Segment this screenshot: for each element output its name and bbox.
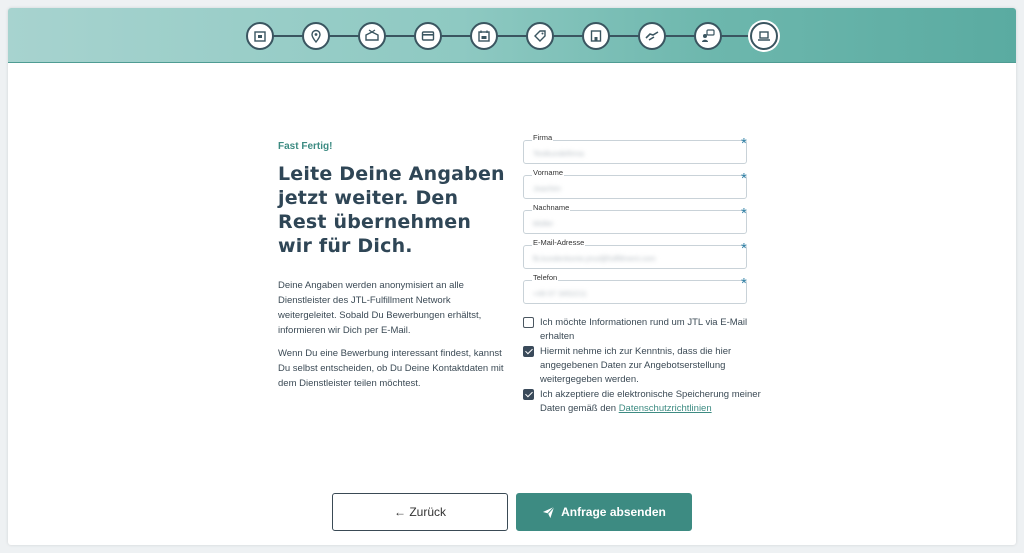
required-marker: * bbox=[741, 205, 747, 222]
tag-icon bbox=[534, 30, 546, 42]
step-payment[interactable] bbox=[414, 22, 442, 50]
progress-stepper bbox=[8, 8, 1016, 63]
eyebrow-text: Fast Fertig! bbox=[278, 141, 333, 152]
first-name-field[interactable]: Vorname Joachim bbox=[523, 168, 747, 199]
back-button[interactable]: ← Zurück bbox=[332, 493, 508, 531]
step-person-chat[interactable] bbox=[694, 22, 722, 50]
laptop-icon bbox=[758, 31, 770, 41]
company-value: Testkundefirma bbox=[533, 149, 584, 158]
required-marker: * bbox=[741, 275, 747, 292]
step-package[interactable] bbox=[358, 22, 386, 50]
intro-paragraph-2: Wenn Du eine Bewerbung interessant finde… bbox=[278, 348, 504, 389]
email-value: fb.kundenkonto.jmul@fulfillment.com bbox=[533, 254, 656, 263]
data-transfer-checkbox-label: Hiermit nehme ich zur Kenntnis, dass die… bbox=[540, 346, 732, 385]
privacy-checkbox[interactable] bbox=[523, 389, 534, 400]
handshake-icon bbox=[645, 31, 659, 41]
person-chat-icon bbox=[702, 29, 715, 42]
stepper-line bbox=[262, 35, 762, 37]
step-location[interactable] bbox=[302, 22, 330, 50]
step-calendar[interactable] bbox=[470, 22, 498, 50]
required-marker: * bbox=[741, 240, 747, 257]
last-name-field[interactable]: Nachname Müller bbox=[523, 203, 747, 234]
step-handshake[interactable] bbox=[638, 22, 666, 50]
first-name-label: Vorname bbox=[532, 168, 565, 177]
step-building[interactable] bbox=[582, 22, 610, 50]
step-storage-box[interactable] bbox=[246, 22, 274, 50]
first-name-value: Joachim bbox=[533, 184, 561, 193]
submit-request-button[interactable]: Anfrage absenden bbox=[516, 493, 692, 531]
back-button-label: ← Zurück bbox=[393, 505, 446, 519]
intro-paragraph-1: Deine Angaben werden anonymisiert an all… bbox=[278, 280, 482, 336]
company-label: Firma bbox=[532, 133, 554, 142]
phone-field[interactable]: Telefon +49 07 3452211 bbox=[523, 273, 747, 304]
form-card: Fast Fertig! Leite Deine Angaben jetzt w… bbox=[8, 8, 1016, 545]
email-field[interactable]: E-Mail-Adresse fb.kundenkonto.jmul@fulfi… bbox=[523, 238, 747, 269]
building-icon bbox=[590, 30, 602, 42]
phone-value: +49 07 3452211 bbox=[533, 289, 587, 298]
location-pin-icon bbox=[311, 29, 321, 43]
phone-label: Telefon bbox=[532, 273, 559, 282]
data-transfer-checkbox[interactable] bbox=[523, 346, 534, 357]
step-tag[interactable] bbox=[526, 22, 554, 50]
company-field[interactable]: Firma Testkundefirma bbox=[523, 133, 747, 164]
step-laptop[interactable] bbox=[750, 22, 778, 50]
required-marker: * bbox=[741, 170, 747, 187]
last-name-value: Müller bbox=[533, 219, 554, 228]
required-marker: * bbox=[741, 135, 747, 152]
package-icon bbox=[365, 29, 379, 41]
payment-card-icon bbox=[421, 31, 435, 41]
storage-box-icon bbox=[254, 31, 266, 42]
last-name-label: Nachname bbox=[532, 203, 571, 212]
calendar-icon bbox=[478, 30, 490, 42]
email-label: E-Mail-Adresse bbox=[532, 238, 586, 247]
send-icon bbox=[543, 506, 555, 518]
page-title: Leite Deine Angaben jetzt weiter. Den Re… bbox=[278, 163, 505, 257]
newsletter-checkbox[interactable] bbox=[523, 317, 534, 328]
newsletter-checkbox-label: Ich möchte Informationen rund um JTL via… bbox=[540, 317, 748, 342]
privacy-policy-link[interactable]: Datenschutzrichtlinien bbox=[619, 403, 712, 414]
submit-button-label: Anfrage absenden bbox=[561, 505, 666, 519]
privacy-checkbox-label: Ich akzeptiere die elektronische Speiche… bbox=[540, 388, 764, 416]
